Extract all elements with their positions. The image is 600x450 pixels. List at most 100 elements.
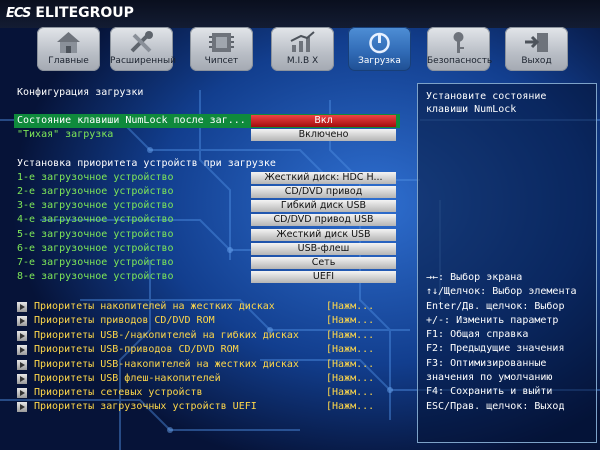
- quiet-boot-label: "Тихая" загрузка: [17, 129, 114, 140]
- boot-device-row[interactable]: 1-е загрузочное устройство Жесткий диск:…: [14, 171, 400, 185]
- key-icon: [453, 32, 464, 53]
- submenu-arrow-icon: [17, 345, 27, 355]
- boot-device-row[interactable]: 2-е загрузочное устройство CD/DVD привод: [14, 185, 400, 199]
- submenu-label: Приоритеты накопителей на жестких дисках: [34, 301, 275, 312]
- key-legend: →←: Выбор экрана ↑↓/Щелчок: Выбор элемен…: [426, 271, 596, 414]
- home-icon: [57, 32, 80, 53]
- numlock-row[interactable]: Состояние клавиши NumLock после заг... В…: [14, 114, 400, 128]
- quiet-boot-value[interactable]: Включено: [251, 129, 396, 141]
- key-hint: ↑↓/Щелчок: Выбор элемента: [426, 286, 577, 298]
- help-text: Установите состояние клавиши NumLock: [426, 91, 547, 115]
- submenu-arrow-icon: [17, 302, 27, 312]
- tab-security[interactable]: Безопасность: [427, 27, 493, 71]
- submenu-arrow-icon: [17, 360, 27, 370]
- boot-device-value[interactable]: CD/DVD привод: [251, 186, 396, 198]
- submenu-label: Приоритеты USB-накопителей на жестких ди…: [34, 359, 299, 370]
- tab-boot[interactable]: Загрузка: [348, 27, 411, 71]
- priority-title: Установка приоритета устройств при загру…: [17, 158, 276, 169]
- submenu-item[interactable]: Приоритеты приводов CD/DVD ROM [Нажм...: [14, 314, 394, 328]
- submenu-arrow-icon: [17, 316, 27, 326]
- boot-device-row[interactable]: 5-е загрузочное устройство Жесткий диск …: [14, 228, 400, 242]
- boot-device-value[interactable]: Сеть: [251, 257, 396, 269]
- submenu-item[interactable]: Приоритеты USB флеш-накопителей [Нажм...: [14, 372, 394, 386]
- numlock-value[interactable]: Вкл: [251, 115, 396, 127]
- tab-label: Безопасность: [427, 56, 493, 66]
- submenu-label: Приоритеты приводов CD/DVD ROM: [34, 315, 215, 326]
- submenu-label: Приоритеты USB флеш-накопителей: [34, 373, 221, 384]
- section-title: Конфигурация загрузки: [17, 87, 144, 98]
- boot-device-row[interactable]: 6-е загрузочное устройство USB-флеш: [14, 242, 400, 256]
- submenu-item[interactable]: Приоритеты USB-приводов CD/DVD ROM [Нажм…: [14, 343, 394, 357]
- quiet-boot-row[interactable]: "Тихая" загрузка Включено: [14, 128, 400, 142]
- boot-device-row[interactable]: 3-е загрузочное устройство Гибкий диск U…: [14, 199, 400, 213]
- boot-device-label: 5-е загрузочное устройство: [17, 229, 174, 240]
- boot-device-value[interactable]: Жесткий диск: HDC H...: [251, 172, 396, 184]
- boot-device-value[interactable]: UEFI: [251, 271, 396, 283]
- title-bar: ECS ELITEGROUP: [0, 0, 600, 28]
- key-hint: F1: Общая справка: [426, 329, 529, 341]
- boot-device-label: 7-е загрузочное устройство: [17, 257, 174, 268]
- boot-device-value[interactable]: Гибкий диск USB: [251, 200, 396, 212]
- submenu-arrow-icon: [17, 388, 27, 398]
- submenu-action: [Нажм...: [326, 359, 375, 370]
- tab-label: Расширенный: [110, 56, 176, 66]
- submenu-action: [Нажм...: [326, 373, 375, 384]
- key-hint: значения по умолчанию: [426, 372, 553, 384]
- submenu-item[interactable]: Приоритеты сетевых устройств [Нажм...: [14, 386, 394, 400]
- boot-device-value[interactable]: USB-флеш: [251, 243, 396, 255]
- key-hint: F2: Предыдущие значения: [426, 343, 565, 355]
- brand-logo: ECS ELITEGROUP: [6, 3, 134, 23]
- tab-mib[interactable]: M.I.B X: [271, 27, 334, 71]
- boot-device-row[interactable]: 4-е загрузочное устройство CD/DVD привод…: [14, 213, 400, 227]
- submenu-label: Приоритеты USB-приводов CD/DVD ROM: [34, 344, 239, 355]
- boot-device-value[interactable]: CD/DVD привод USB: [251, 214, 396, 226]
- brand-name: ELITEGROUP: [35, 5, 134, 21]
- tab-chipset[interactable]: Чипсет: [190, 27, 253, 71]
- exit-icon: [525, 33, 548, 52]
- tab-advanced[interactable]: Расширенный: [110, 27, 176, 71]
- boot-device-row[interactable]: 7-е загрузочное устройство Сеть: [14, 256, 400, 270]
- key-hint: +/-: Изменить параметр: [426, 314, 559, 326]
- submenu-action: [Нажм...: [326, 387, 375, 398]
- submenu-arrow-icon: [17, 402, 27, 412]
- submenu-label: Приоритеты USB-/накопителей на гибких ди…: [34, 330, 299, 341]
- submenu-item[interactable]: Приоритеты USB-/накопителей на гибких ди…: [14, 329, 394, 343]
- tab-label: Главные: [48, 56, 89, 66]
- numlock-label: Состояние клавиши NumLock после заг...: [17, 115, 246, 126]
- boot-device-label: 3-е загрузочное устройство: [17, 200, 174, 211]
- submenu-item[interactable]: Приоритеты накопителей на жестких дисках…: [14, 300, 394, 314]
- submenu-item[interactable]: Приоритеты USB-накопителей на жестких ди…: [14, 358, 394, 372]
- key-hint: F3: Оптимизированные: [426, 357, 547, 369]
- chip-icon: [209, 33, 234, 52]
- boot-device-label: 1-е загрузочное устройство: [17, 172, 174, 183]
- tools-icon: [130, 31, 153, 53]
- submenu-action: [Нажм...: [326, 344, 375, 355]
- submenu-item[interactable]: Приоритеты загрузочных устройств UEFI [Н…: [14, 400, 394, 414]
- boot-device-row[interactable]: 8-е загрузочное устройство UEFI: [14, 270, 400, 284]
- boot-device-label: 8-е загрузочное устройство: [17, 271, 174, 282]
- tab-bar: Главные Расширенный Чипсет M.I.B X Загру…: [0, 27, 600, 73]
- boot-device-value[interactable]: Жесткий диск USB: [251, 229, 396, 241]
- boot-device-label: 4-е загрузочное устройство: [17, 214, 174, 225]
- submenu-label: Приоритеты сетевых устройств: [34, 387, 203, 398]
- help-panel: Установите состояние клавиши NumLock →←:…: [417, 83, 597, 443]
- submenu-arrow-icon: [17, 374, 27, 384]
- boot-device-label: 6-е загрузочное устройство: [17, 243, 174, 254]
- tab-label: M.I.B X: [286, 56, 319, 66]
- tab-label: Выход: [521, 56, 552, 66]
- submenu-action: [Нажм...: [326, 315, 375, 326]
- chart-icon: [290, 31, 315, 52]
- key-hint: →←: Выбор экрана: [426, 272, 523, 283]
- tab-main[interactable]: Главные: [37, 27, 100, 71]
- tab-label: Чипсет: [204, 56, 239, 66]
- submenu-arrow-icon: [17, 331, 27, 341]
- brand-mark: ECS: [6, 5, 31, 21]
- submenu-action: [Нажм...: [326, 330, 375, 341]
- tab-label: Загрузка: [358, 56, 401, 66]
- power-icon: [369, 32, 390, 54]
- submenu-action: [Нажм...: [326, 401, 375, 412]
- submenu-action: [Нажм...: [326, 301, 375, 312]
- submenu-label: Приоритеты загрузочных устройств UEFI: [34, 401, 257, 412]
- boot-device-label: 2-е загрузочное устройство: [17, 186, 174, 197]
- tab-exit[interactable]: Выход: [505, 27, 568, 71]
